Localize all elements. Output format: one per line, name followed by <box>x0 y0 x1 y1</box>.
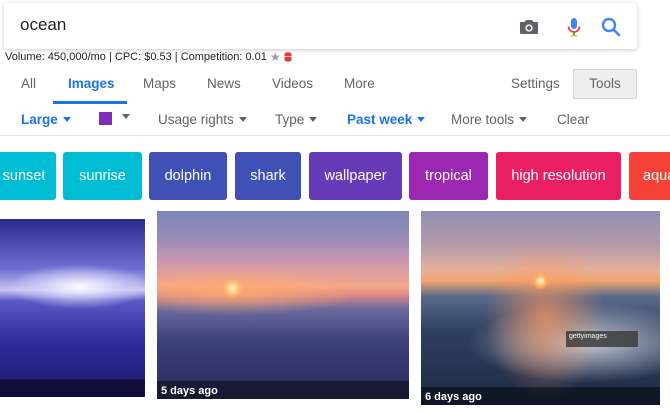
image-results-grid: 5 days ago gettyimages 6 days ago <box>0 210 670 412</box>
search-icon[interactable] <box>599 15 623 39</box>
time-filter[interactable]: Past week <box>347 112 426 127</box>
result-thumbnail <box>421 211 660 405</box>
usage-rights-label: Usage rights <box>158 112 234 127</box>
chip-sunrise[interactable]: sunrise <box>63 152 142 200</box>
chip-aqua[interactable]: aqua <box>629 152 670 200</box>
type-filter-label: Type <box>275 112 305 127</box>
chevron-down-icon <box>62 117 71 122</box>
tab-images[interactable]: Images <box>68 76 115 91</box>
image-result[interactable] <box>0 219 145 397</box>
result-thumbnail <box>157 211 409 399</box>
chevron-down-icon <box>417 117 426 122</box>
result-age: 5 days ago <box>161 385 218 397</box>
image-result[interactable]: 5 days ago <box>157 211 409 399</box>
result-age: 6 days ago <box>425 391 482 403</box>
time-filter-label: Past week <box>347 112 413 127</box>
chip-wallpaper[interactable]: wallpaper <box>309 152 402 200</box>
more-tools-filter[interactable]: More tools <box>451 112 528 127</box>
tab-news[interactable]: News <box>207 76 241 91</box>
search-tabs: All Images Maps News Videos More <box>0 70 670 104</box>
chevron-down-icon <box>238 117 247 122</box>
clear-filters-link[interactable]: Clear <box>557 112 589 127</box>
chip-dolphin[interactable]: dolphin <box>149 152 227 200</box>
camera-icon[interactable] <box>517 15 541 39</box>
chip-tropical[interactable]: tropical <box>409 152 488 200</box>
tab-more[interactable]: More <box>344 76 375 91</box>
chip-high-resolution[interactable]: high resolution <box>496 152 621 200</box>
usage-rights-filter[interactable]: Usage rights <box>158 112 247 127</box>
chevron-down-icon[interactable] <box>122 114 130 119</box>
tools-button[interactable]: Tools <box>573 69 637 99</box>
chevron-down-icon <box>519 117 528 122</box>
search-box[interactable]: ocean <box>4 3 637 49</box>
seo-metrics-text: Volume: 450,000/mo | CPC: $0.53 | Compet… <box>5 51 267 63</box>
more-tools-label: More tools <box>451 112 515 127</box>
tab-maps[interactable]: Maps <box>143 76 176 91</box>
database-icon[interactable] <box>284 52 292 62</box>
settings-link[interactable]: Settings <box>511 76 560 91</box>
related-searches-chips: sunset sunrise dolphin shark wallpaper t… <box>0 152 670 200</box>
watermark-badge: gettyimages <box>566 331 638 347</box>
chip-sunset[interactable]: sunset <box>0 152 56 200</box>
chip-shark[interactable]: shark <box>235 152 301 200</box>
seo-metrics-bar: Volume: 450,000/mo | CPC: $0.53 | Compet… <box>5 50 292 64</box>
watermark-text: gettyimages <box>569 333 607 340</box>
size-filter[interactable]: Large <box>21 112 71 127</box>
tab-videos[interactable]: Videos <box>272 76 313 91</box>
color-filter-swatch[interactable] <box>99 112 112 125</box>
result-thumbnail <box>0 219 145 397</box>
search-input[interactable]: ocean <box>20 15 66 35</box>
star-icon[interactable]: ★ <box>270 50 281 64</box>
tab-all[interactable]: All <box>21 76 36 91</box>
microphone-icon[interactable] <box>562 15 586 39</box>
size-filter-label: Large <box>21 112 58 127</box>
result-overlay <box>0 379 145 397</box>
chevron-down-icon <box>309 117 318 122</box>
image-result[interactable]: gettyimages 6 days ago <box>421 211 660 405</box>
type-filter[interactable]: Type <box>275 112 318 127</box>
